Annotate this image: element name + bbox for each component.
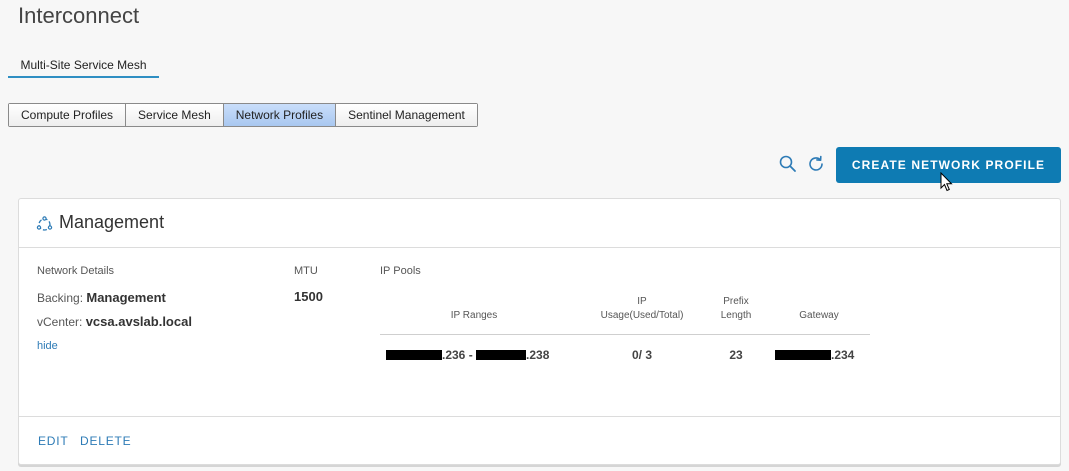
ip-pools-label: IP Pools: [380, 265, 421, 277]
profile-tabs: Compute Profiles Service Mesh Network Pr…: [8, 103, 478, 127]
ip-usage-line2: Usage(Used/Total): [600, 310, 684, 321]
column-header-prefix-length: Prefix Length: [706, 295, 766, 323]
ip-range-cell: .236 - .238: [386, 348, 566, 362]
gateway-suffix: .234: [831, 348, 855, 362]
card-header: Management: [19, 199, 1060, 248]
network-profile-icon: [36, 216, 53, 231]
ip-usage-line1: IP: [637, 296, 647, 307]
backing-row: Backing: Management: [37, 290, 166, 305]
ip-usage-cell: 0/ 3: [631, 348, 652, 362]
edit-button[interactable]: EDIT: [38, 434, 69, 448]
tab-multi-site-service-mesh[interactable]: Multi-Site Service Mesh: [8, 54, 159, 78]
page-title: Interconnect: [18, 3, 140, 28]
vcenter-value: vcsa.avslab.local: [85, 314, 192, 329]
table-divider: [380, 334, 870, 335]
vcenter-label: vCenter:: [37, 315, 83, 329]
prefix-line1: Prefix: [723, 296, 749, 307]
prefix-line2: Length: [720, 310, 752, 321]
mtu-label: MTU: [294, 265, 318, 277]
mtu-value: 1500: [294, 289, 323, 304]
redacted-block: [386, 350, 442, 360]
hide-link[interactable]: hide: [37, 340, 58, 352]
mouse-cursor-icon: [940, 172, 953, 192]
redacted-block: [476, 350, 527, 360]
card-footer-divider: [18, 416, 1061, 417]
network-details-label: Network Details: [37, 265, 115, 277]
range-end-suffix: .238: [526, 348, 550, 362]
column-header-gateway: Gateway: [799, 310, 839, 321]
tab-sentinel-management[interactable]: Sentinel Management: [336, 104, 477, 126]
search-icon[interactable]: [778, 154, 798, 174]
network-profile-card: Management: [18, 198, 1061, 465]
mtu-row: 1500: [294, 289, 323, 304]
backing-value: Management: [86, 290, 166, 305]
tab-compute-profiles[interactable]: Compute Profiles: [9, 104, 127, 126]
column-header-ip-usage: IP Usage(Used/Total): [577, 295, 707, 323]
tab-network-profiles[interactable]: Network Profiles: [223, 104, 337, 126]
backing-label: Backing:: [37, 291, 84, 305]
delete-button[interactable]: DELETE: [80, 434, 131, 448]
vcenter-row: vCenter: vcsa.avslab.local: [37, 314, 192, 329]
tab-service-mesh[interactable]: Service Mesh: [126, 104, 224, 126]
range-start-suffix: .236 -: [442, 348, 477, 362]
column-header-ip-ranges: IP Ranges: [450, 310, 498, 321]
refresh-icon[interactable]: [806, 154, 826, 174]
gateway-cell: .234: [775, 348, 865, 362]
profile-title: Management: [59, 212, 165, 232]
prefix-length-cell: 23: [729, 348, 743, 362]
redacted-block: [775, 350, 831, 360]
